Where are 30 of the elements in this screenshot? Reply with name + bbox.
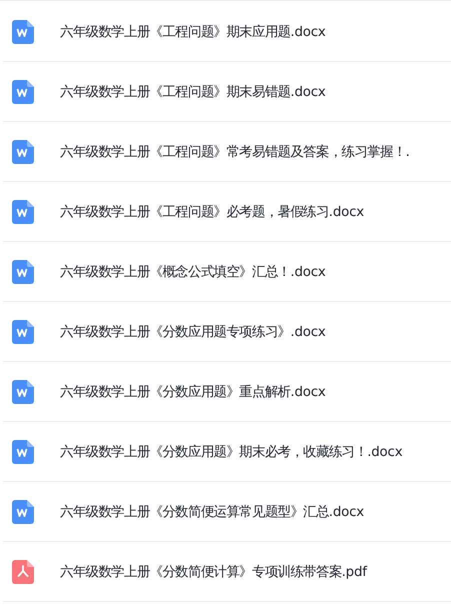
file-name: 六年级数学上册《工程问题》期末应用题.docx — [60, 24, 326, 40]
file-name: 六年级数学上册《工程问题》常考易错题及答案，练习掌握！. — [60, 144, 410, 160]
file-name: 六年级数学上册《概念公式填空》汇总！.docx — [60, 264, 326, 280]
word-document-icon — [12, 140, 34, 164]
word-document-icon — [12, 380, 34, 404]
file-item[interactable]: 六年级数学上册《工程问题》期末应用题.docx — [3, 2, 451, 62]
file-item[interactable]: 六年级数学上册《分数简便运算常见题型》汇总.docx — [3, 482, 451, 542]
word-document-icon — [12, 20, 34, 44]
file-item[interactable]: 六年级数学上册《工程问题》期末易错题.docx — [3, 62, 451, 122]
file-name: 六年级数学上册《分数应用题》重点解析.docx — [60, 384, 326, 400]
file-item[interactable]: 六年级数学上册《分数应用题》重点解析.docx — [3, 362, 451, 422]
file-item[interactable]: 六年级数学上册《工程问题》必考题，暑假练习.docx — [3, 182, 451, 242]
file-item[interactable]: 六年级数学上册《分数应用题》期末必考，收藏练习！.docx — [3, 422, 451, 482]
pdf-document-icon — [12, 560, 34, 584]
word-document-icon — [12, 80, 34, 104]
file-name: 六年级数学上册《工程问题》必考题，暑假练习.docx — [60, 204, 364, 220]
word-document-icon — [12, 260, 34, 284]
file-item[interactable]: 六年级数学上册《分数应用题专项练习》.docx — [3, 302, 451, 362]
word-document-icon — [12, 200, 34, 224]
file-item[interactable]: 六年级数学上册《概念公式填空》汇总！.docx — [3, 242, 451, 302]
file-item[interactable]: 六年级数学上册《分数简便计算》专项训练带答案.pdf — [3, 542, 451, 602]
file-name: 六年级数学上册《分数应用题专项练习》.docx — [60, 324, 326, 340]
file-item[interactable]: 六年级数学上册《工程问题》常考易错题及答案，练习掌握！. — [3, 122, 451, 182]
word-document-icon — [12, 440, 34, 464]
word-document-icon — [12, 320, 34, 344]
word-document-icon — [12, 500, 34, 524]
file-name: 六年级数学上册《分数简便计算》专项训练带答案.pdf — [60, 564, 367, 580]
file-name: 六年级数学上册《分数应用题》期末必考，收藏练习！.docx — [60, 444, 402, 460]
file-name: 六年级数学上册《工程问题》期末易错题.docx — [60, 84, 326, 100]
file-name: 六年级数学上册《分数简便运算常见题型》汇总.docx — [60, 504, 364, 520]
